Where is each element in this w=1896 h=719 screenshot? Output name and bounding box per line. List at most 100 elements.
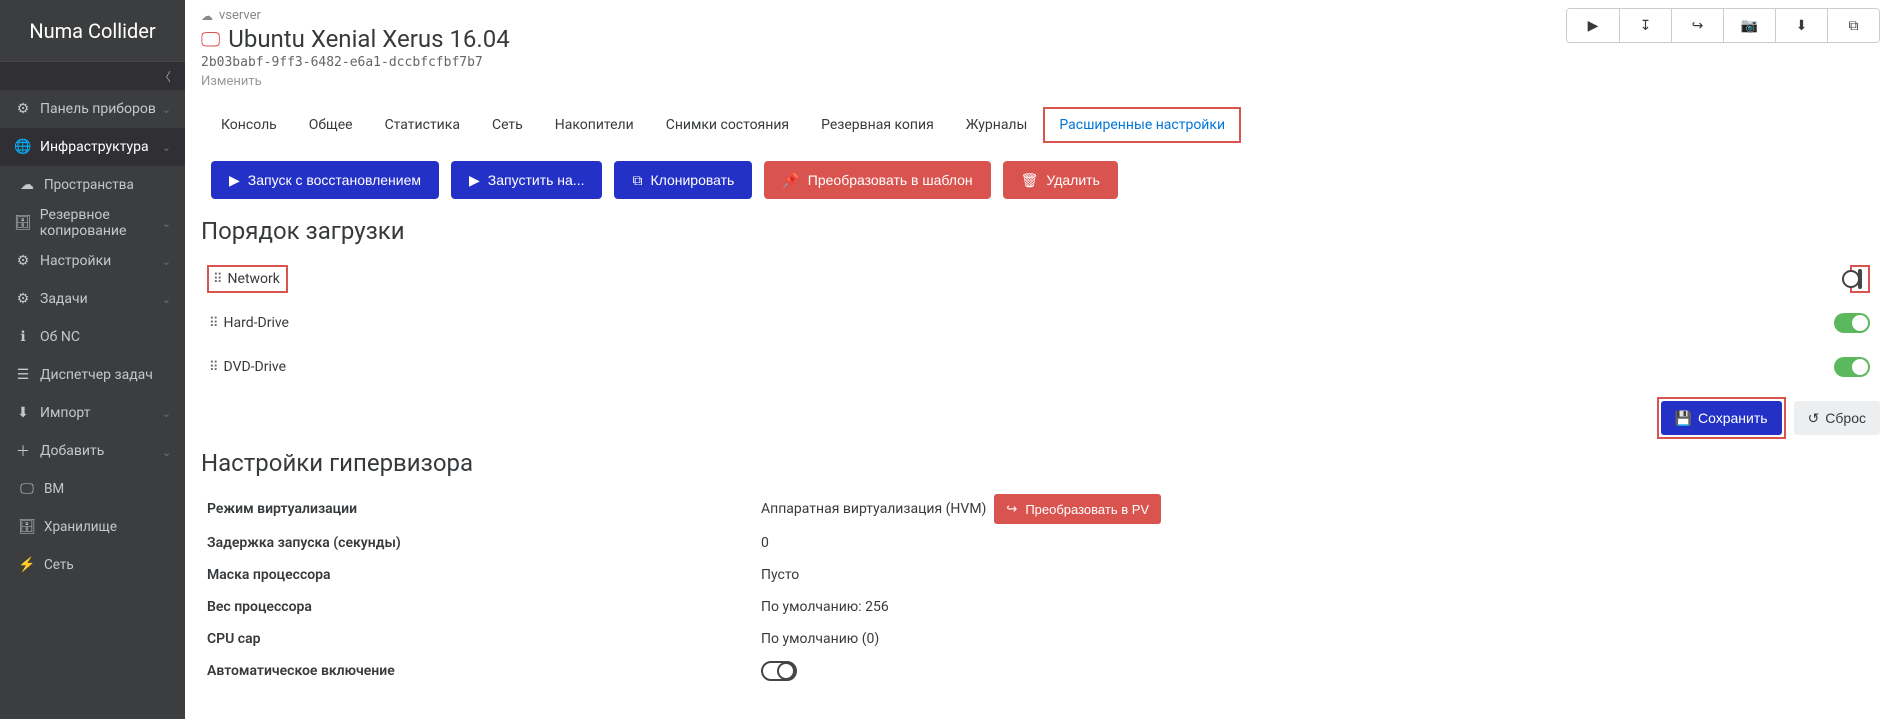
settings-row: CPU capПо умолчанию (0)	[201, 623, 1880, 655]
settings-value[interactable]: 0	[761, 535, 769, 551]
boot-item-label: Network	[228, 271, 280, 287]
page-title: Ubuntu Xenial Xerus 16.04	[228, 25, 509, 53]
recovery-start-button[interactable]: ▶ Запуск с восстановлением	[211, 161, 439, 199]
reset-button[interactable]: ↺ Сброс	[1794, 401, 1880, 435]
sidebar: Numa Collider 〈 ⚙Панель приборов⌄🌐Инфрас…	[0, 0, 185, 719]
boot-order-item[interactable]: ⠿DVD-Drive	[201, 347, 1880, 387]
sidebar-item[interactable]: ☰ Диспетчер задач	[0, 356, 185, 394]
delete-button[interactable]: 🗑 Удалить	[1003, 161, 1118, 199]
tab[interactable]: Журналы	[950, 107, 1044, 143]
chevron-left-icon: 〈	[159, 68, 171, 85]
boot-item-label: Hard-Drive	[224, 315, 289, 331]
settings-key: Маска процессора	[201, 567, 761, 583]
sidebar-item[interactable]: 🗄Резервное копирование⌄	[0, 204, 185, 242]
convert-pv-button[interactable]: ↪ Преобразовать в PV	[994, 494, 1161, 524]
settings-key: Вес процессора	[201, 599, 761, 615]
label: Запуск с восстановлением	[248, 172, 421, 188]
tab[interactable]: Общее	[293, 107, 369, 143]
share-icon: ↪	[1692, 17, 1704, 34]
settings-value[interactable]: По умолчанию: 256	[761, 599, 889, 615]
nav-icon: ⚡	[18, 557, 36, 573]
download-button[interactable]: ⬇	[1775, 9, 1827, 42]
nav-icon: ⚙	[14, 101, 32, 117]
sidebar-collapse[interactable]: 〈	[0, 62, 185, 90]
tab[interactable]: Статистика	[369, 107, 476, 143]
grip-icon[interactable]: ⠿	[209, 360, 216, 375]
settings-value[interactable]: Пусто	[761, 567, 799, 583]
vm-toolbar: ▶ ↧ ↪ 📷 ⬇ ⧉	[1566, 8, 1880, 43]
settings-value[interactable]: По умолчанию (0)	[761, 631, 879, 647]
sidebar-item[interactable]: ⚙Панель приборов⌄	[0, 90, 185, 128]
toggle[interactable]	[1834, 313, 1870, 333]
settings-value[interactable]: Аппаратная виртуализация (HVM)	[761, 501, 986, 517]
tab[interactable]: Снимки состояния	[650, 107, 805, 143]
settings-row: Режим виртуализацииАппаратная виртуализа…	[201, 491, 1880, 527]
migrate-icon: ↧	[1640, 17, 1652, 34]
label: Сохранить	[1698, 410, 1768, 426]
copy-button[interactable]: ⧉	[1827, 9, 1879, 42]
settings-key: CPU cap	[201, 631, 761, 647]
nav-label: Импорт	[40, 405, 90, 421]
nav-icon: 🗄	[18, 519, 36, 535]
grip-icon[interactable]: ⠿	[213, 272, 220, 287]
breadcrumb: ☁ vserver	[201, 8, 1566, 23]
nav-label: Панель приборов	[40, 101, 156, 117]
settings-row: Автоматическое включение	[201, 655, 1880, 687]
nav-icon: ☰	[14, 367, 32, 383]
play-icon: ▶	[229, 172, 240, 189]
sidebar-item[interactable]: ⬇Импорт⌄	[0, 394, 185, 432]
sidebar-item[interactable]: ☁Пространства	[0, 166, 185, 204]
tab[interactable]: Сеть	[476, 107, 539, 143]
grip-icon[interactable]: ⠿	[209, 316, 216, 331]
nav-label: Диспетчер задач	[40, 367, 153, 383]
nav-icon: ⚙	[14, 291, 32, 307]
tab[interactable]: Расширенные настройки	[1043, 107, 1241, 143]
migrate-button[interactable]: ↧	[1619, 9, 1671, 42]
copy-icon: ⧉	[632, 172, 642, 189]
nav-icon: ⚙	[14, 253, 32, 269]
chevron-icon: ⌄	[162, 217, 171, 230]
sidebar-item[interactable]: ⚙Задачи⌄	[0, 280, 185, 318]
nav-label: Настройки	[40, 253, 111, 269]
sidebar-item[interactable]: 🖵ВМ	[0, 470, 185, 508]
convert-to-template-button[interactable]: 📌 Преобразовать в шаблон	[764, 161, 990, 199]
start-on-button[interactable]: ▶ Запустить на...	[451, 161, 602, 199]
label: Запустить на...	[488, 172, 585, 188]
download-icon: ⬇	[1796, 17, 1808, 34]
clone-button[interactable]: ⧉ Клонировать	[614, 161, 752, 199]
tab[interactable]: Консоль	[205, 107, 293, 143]
edit-description[interactable]: Изменить	[201, 74, 1566, 89]
toggle[interactable]	[1834, 357, 1870, 377]
share-icon: ↪	[1006, 501, 1017, 517]
settings-key: Режим виртуализации	[201, 501, 761, 517]
boot-order-item[interactable]: ⠿ Hard-Drive	[201, 303, 1880, 343]
snapshot-button[interactable]: 📷	[1723, 9, 1775, 42]
sidebar-item[interactable]: 🗄 Хранилище	[0, 508, 185, 546]
sidebar-item[interactable]: ⚙Настройки⌄	[0, 242, 185, 280]
sidebar-item[interactable]: ⚡Сеть	[0, 546, 185, 584]
settings-row: Вес процессораПо умолчанию: 256	[201, 591, 1880, 623]
nav-icon: 🗄	[14, 215, 32, 231]
sidebar-item[interactable]: 🌐Инфраструктура⌄	[0, 128, 185, 166]
export-button[interactable]: ↪	[1671, 9, 1723, 42]
tab[interactable]: Накопители	[539, 107, 650, 143]
play-button[interactable]: ▶	[1567, 9, 1619, 42]
chevron-icon: ⌃	[162, 445, 171, 458]
nav-label: Хранилище	[44, 519, 117, 535]
sidebar-item[interactable]: ＋Добавить⌃	[0, 432, 185, 470]
toggle[interactable]	[761, 661, 797, 681]
sidebar-item[interactable]: ℹОб NC	[0, 318, 185, 356]
nav-label: ВМ	[44, 481, 64, 497]
server-name[interactable]: vserver	[219, 8, 261, 23]
settings-row: Задержка запуска (секунды)0	[201, 527, 1880, 559]
nav-label: Пространства	[44, 177, 134, 193]
chevron-icon: ⌄	[162, 407, 171, 420]
chevron-icon: ⌄	[162, 293, 171, 306]
boot-order-item[interactable]: ⠿ Network	[201, 259, 1880, 299]
camera-icon: 📷	[1741, 17, 1758, 34]
toggle[interactable]	[1858, 269, 1862, 289]
save-button[interactable]: 💾 Сохранить	[1661, 401, 1782, 435]
main-content: ☁ vserver 🖵 Ubuntu Xenial Xerus 16.04 2b…	[185, 0, 1896, 719]
settings-key: Автоматическое включение	[201, 663, 761, 679]
tab[interactable]: Резервная копия	[805, 107, 950, 143]
